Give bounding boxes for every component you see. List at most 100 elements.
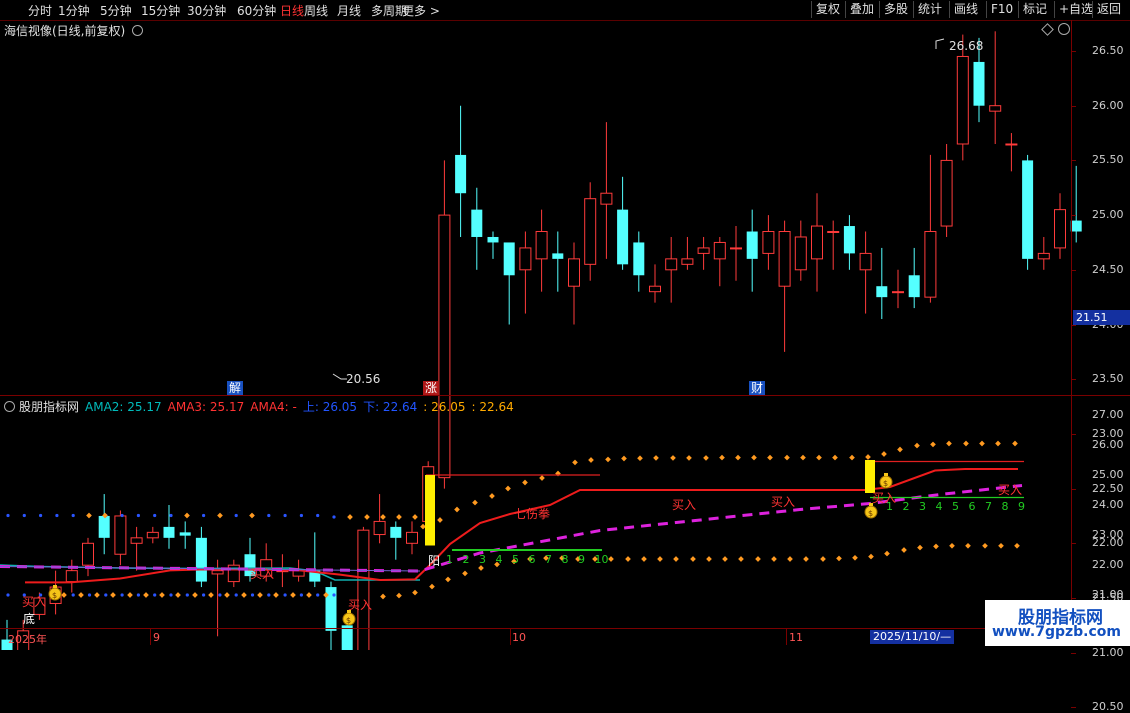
upper-band-dot — [897, 446, 903, 453]
upper-band-dot — [489, 493, 495, 499]
candle — [535, 209, 548, 292]
blue-lower-dot — [153, 593, 157, 597]
upper-band-dot — [979, 440, 985, 447]
count-digit: 10 — [595, 553, 609, 566]
candle — [471, 187, 483, 270]
candle — [163, 505, 175, 549]
ama3-value: AMA3: 25.17 — [167, 400, 245, 414]
candle — [633, 231, 645, 292]
date-axis-divider — [0, 628, 1130, 629]
lower-band-dot — [706, 556, 712, 562]
candle-body — [195, 537, 207, 582]
candle — [1070, 165, 1082, 243]
event-marker-limit-up[interactable]: 涨 — [423, 381, 440, 395]
low-price-label: 20.56 — [346, 372, 380, 386]
candle-body — [98, 515, 110, 538]
candle-body — [406, 531, 418, 544]
blue-upper-dot — [169, 513, 173, 518]
candle — [455, 105, 467, 237]
candle — [843, 215, 855, 270]
lower-band-dot — [306, 592, 312, 598]
candle — [811, 193, 823, 292]
count-digit: 3 — [919, 500, 926, 513]
candle-body — [1022, 160, 1034, 259]
upper-band-dot — [865, 454, 871, 460]
money-bag-symbol: $ — [346, 616, 351, 625]
candle — [211, 559, 224, 637]
blue-upper-dot — [316, 513, 320, 518]
event-marker-finance[interactable]: 财 — [749, 381, 766, 395]
candle-body — [487, 236, 499, 243]
candle — [956, 34, 969, 161]
lower-band-dot — [478, 565, 484, 571]
upper-band-dot — [816, 454, 822, 461]
candle — [552, 231, 564, 292]
count-digit: 6 — [969, 500, 976, 513]
candlestick-series — [1, 31, 1082, 650]
upper-band-dot — [588, 457, 594, 463]
upper-band-dot — [881, 451, 887, 457]
upper-band-dot — [800, 454, 806, 461]
candle-body — [584, 198, 597, 265]
candle-body — [82, 542, 94, 566]
chevron-down-icon[interactable] — [4, 401, 15, 412]
lower-band-dot — [836, 555, 842, 562]
blue-upper-dot — [283, 513, 287, 518]
blue-upper-dot — [267, 513, 271, 518]
money-bag-symbol: $ — [868, 509, 873, 518]
price-tick: 25.50 — [1092, 153, 1124, 167]
lower-band-dot — [110, 592, 116, 598]
candle-body — [146, 531, 159, 539]
lower-band-dot — [94, 592, 100, 598]
candle — [179, 521, 191, 549]
price-tick: 26.50 — [1092, 44, 1124, 57]
money-bag-neck — [347, 610, 351, 613]
lower-band-dot — [965, 542, 971, 549]
candle-body — [357, 529, 370, 650]
lower-band-dot — [982, 542, 988, 549]
lower-dot-value: : 22.64 — [471, 400, 514, 414]
upper-band-dot — [686, 455, 692, 461]
candle — [390, 521, 402, 560]
candle — [713, 236, 726, 287]
indicator-tick: 22.00 — [1092, 558, 1124, 571]
candle-body — [211, 570, 224, 575]
candle-body — [876, 286, 888, 298]
candle — [762, 215, 775, 270]
kline-chart[interactable]: 1 2 3 4 5 6 7 8 9 101 2 3 4 5 6 7 8 9买入买入买入买入 买入 买入买入七伤拳阳底$… — [0, 0, 1130, 650]
blue-lower-dot — [120, 593, 124, 597]
upper-band-dot — [832, 454, 838, 461]
lower-band-dot — [868, 553, 874, 560]
candle — [681, 236, 694, 270]
candle — [195, 526, 207, 588]
upper-band-dot — [347, 514, 353, 520]
signal-bar — [425, 475, 435, 546]
event-marker-unlock[interactable]: 解 — [227, 381, 244, 395]
price-tick: 22.50 — [1092, 481, 1124, 495]
candle — [665, 236, 678, 303]
indicator-tick: 27.00 — [1092, 408, 1124, 421]
lower-band-dot — [625, 556, 631, 562]
upper-band-dot — [849, 454, 855, 461]
candle-body — [665, 258, 678, 271]
lower-band-dot — [462, 570, 468, 577]
candle — [989, 31, 1002, 144]
sun-label: 阳 — [428, 554, 440, 568]
blue-lower-dot — [332, 593, 336, 597]
lower-band-dot — [917, 544, 923, 551]
candle-body — [633, 242, 645, 276]
candle — [697, 236, 710, 270]
candle-body — [973, 61, 985, 106]
indicator-tick: 25.00 — [1092, 468, 1124, 481]
candle-body — [697, 247, 710, 254]
date-label-oct: 10 — [512, 631, 526, 644]
money-bag-icon: $ — [879, 473, 893, 489]
count-digit: 2 — [463, 553, 470, 566]
count-digit: 5 — [512, 553, 519, 566]
upper-band-dot — [605, 456, 611, 463]
candle-body — [455, 154, 467, 194]
lower-band-dot — [273, 592, 279, 598]
lower-band-dot — [933, 543, 939, 550]
candle — [1054, 193, 1066, 259]
high-pointer — [935, 38, 945, 49]
